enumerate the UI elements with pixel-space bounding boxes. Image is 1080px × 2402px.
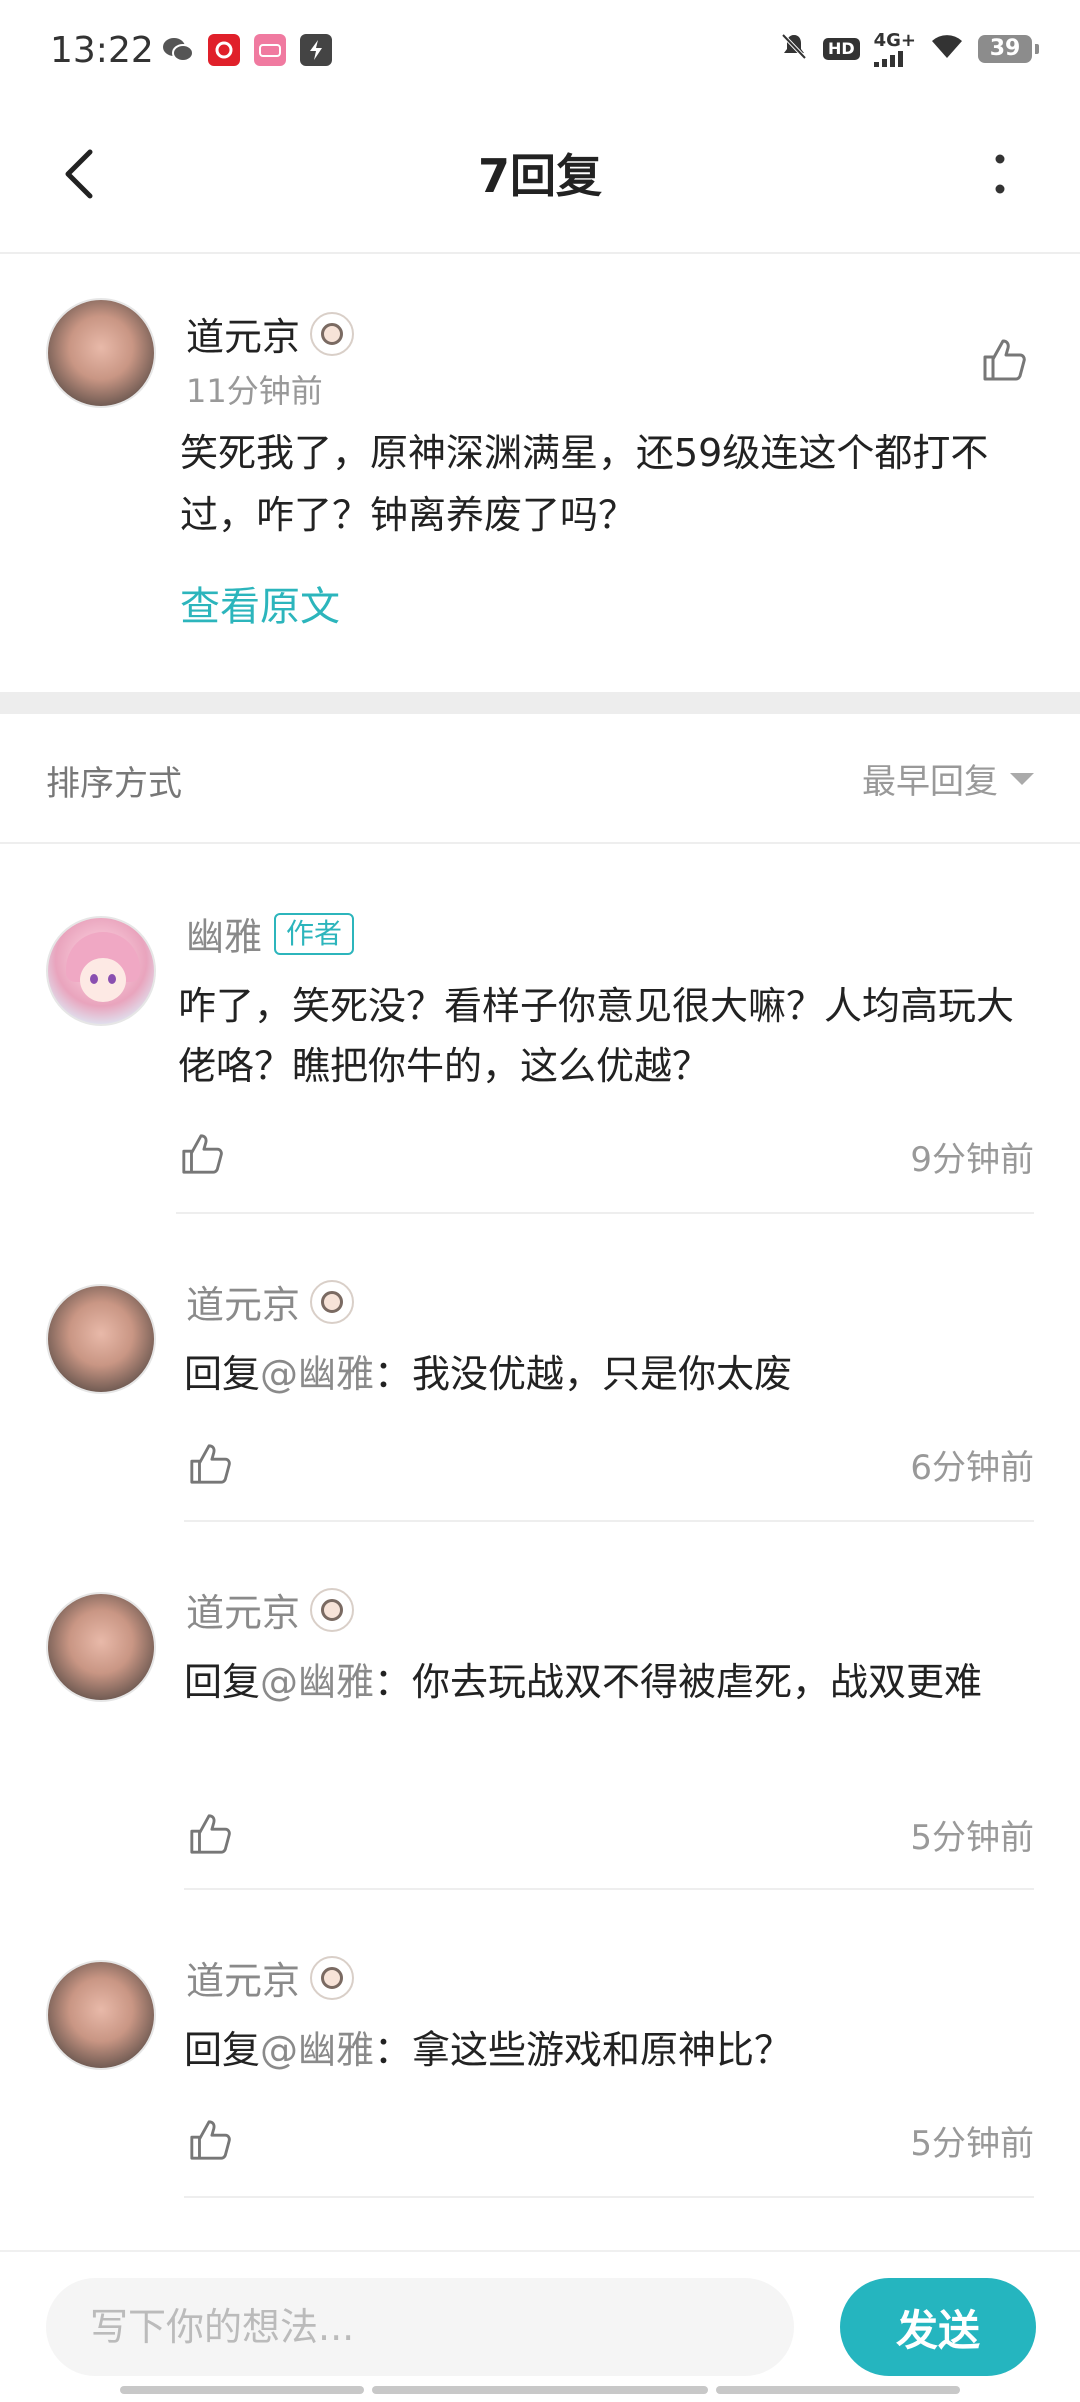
dropdown-caret-icon (1010, 772, 1034, 785)
wechat-icon (162, 34, 194, 66)
reply-author[interactable]: 道元京 (186, 1582, 355, 1637)
thumbs-up-icon (983, 339, 1026, 381)
like-button[interactable] (180, 1804, 240, 1864)
user-badge-icon (310, 1587, 355, 1632)
page-title: 7回复 (477, 149, 602, 203)
netease-music-icon (208, 34, 240, 66)
send-button[interactable]: 发送 (840, 2278, 1036, 2376)
author-name: 道元京 (186, 1959, 301, 2003)
author-name: 道元京 (186, 315, 301, 359)
thumbs-up-icon (190, 1444, 231, 1484)
like-button[interactable] (172, 1124, 232, 1184)
bilibili-icon (254, 34, 286, 66)
reply-text: 回复@幽雅：拿这些游戏和原神比？ (184, 2020, 1044, 2080)
gesture-bar-center (372, 2386, 708, 2394)
view-original-link[interactable]: 查看原文 (180, 574, 340, 632)
reply-prefix: 回复 (184, 1660, 261, 1704)
more-vertical-icon (995, 154, 1005, 194)
reply-body: 咋了，笑死没？看样子你意见很大嘛？人均高玩大佬咯？瞧把你牛的，这么优越？ (178, 984, 1015, 1088)
sort-bar: 排序方式 最早回复 (0, 714, 1080, 844)
avatar[interactable] (46, 1960, 156, 2070)
like-button[interactable] (180, 1434, 240, 1494)
like-button[interactable] (974, 330, 1034, 390)
comment-composer: 发送 (0, 2250, 1080, 2402)
reply-prefix: 回复 (184, 1352, 261, 1396)
system-status: HD 4G+ 39 (779, 30, 1039, 67)
thumbs-up-icon (190, 2120, 231, 2160)
reply-timestamp: 6分钟前 (910, 1448, 1034, 1488)
reply-timestamp: 5分钟前 (910, 1818, 1034, 1858)
mention-link[interactable]: @幽雅 (260, 1352, 374, 1396)
comment-text: 笑死我了，原神深渊满星，还59级连这个都打不过，咋了？钟离养废了吗？ (180, 431, 989, 537)
reply-item: 道元京 回复@幽雅：你去玩战双不得被虐死，战双更难 5分钟前 (0, 1522, 1080, 1890)
author-name: 道元京 (186, 1591, 301, 1635)
more-options-button[interactable] (960, 134, 1040, 214)
thumbs-up-icon (182, 1134, 223, 1174)
sort-selected-value: 最早回复 (862, 762, 998, 802)
author-name: 道元京 (186, 1283, 301, 1327)
status-time: 13:22 (50, 30, 154, 71)
reply-item: 道元京 回复@幽雅：拿这些游戏和原神比？ 5分钟前 (0, 1890, 1080, 2198)
gesture-bar-left (120, 2386, 364, 2394)
comment-author[interactable]: 道元京 (186, 306, 355, 361)
comment-timestamp: 11分钟前 (186, 372, 323, 410)
gesture-bar-right (716, 2386, 960, 2394)
original-comment: 道元京 11分钟前 笑死我了，原神深渊满星，还59级连这个都打不过，咋了？钟离养… (0, 254, 1080, 692)
sort-dropdown[interactable]: 最早回复 (862, 754, 1034, 803)
avatar[interactable] (46, 298, 156, 408)
wifi-icon (930, 32, 964, 65)
reply-timestamp: 5分钟前 (910, 2124, 1034, 2164)
reply-author[interactable]: 幽雅 作者 (186, 906, 355, 961)
author-tag: 作者 (274, 912, 355, 955)
reply-author[interactable]: 道元京 (186, 1950, 355, 2005)
user-badge-icon (310, 311, 355, 356)
reply-prefix: 回复 (184, 2028, 261, 2072)
user-badge-icon (310, 1279, 355, 1324)
comment-input[interactable] (46, 2278, 794, 2376)
reply-text: 咋了，笑死没？看样子你意见很大嘛？人均高玩大佬咯？瞧把你牛的，这么优越？ (178, 976, 1038, 1096)
status-app-icons (162, 34, 332, 66)
reply-text: 回复@幽雅：你去玩战双不得被虐死，战双更难 (184, 1652, 1044, 1712)
network-type-label: 4G+ (873, 30, 916, 51)
signal-icon: 4G+ (873, 30, 916, 67)
top-app-bar: 7回复 (0, 104, 1080, 254)
avatar[interactable] (46, 1592, 156, 1702)
reply-body: ：你去玩战双不得被虐死，战双更难 (374, 1660, 983, 1704)
battery-indicator: 39 (978, 34, 1039, 63)
thumbs-up-icon (190, 1814, 231, 1854)
reply-body: ：我没优越，只是你太废 (374, 1352, 793, 1396)
like-button[interactable] (180, 2110, 240, 2170)
sort-label: 排序方式 (46, 764, 182, 804)
reply-item: 幽雅 作者 咋了，笑死没？看样子你意见很大嘛？人均高玩大佬咯？瞧把你牛的，这么优… (0, 842, 1080, 1214)
hd-badge: HD (822, 37, 860, 60)
flash-app-icon (300, 34, 332, 66)
reply-timestamp: 9分钟前 (910, 1140, 1034, 1180)
user-badge-icon (310, 1955, 355, 2000)
author-name: 幽雅 (186, 915, 263, 959)
reply-text: 回复@幽雅：我没优越，只是你太废 (184, 1344, 1044, 1404)
mute-bell-icon (779, 31, 809, 66)
reply-body: ：拿这些游戏和原神比？ (374, 2028, 793, 2072)
mention-link[interactable]: @幽雅 (260, 2028, 374, 2072)
section-divider (0, 692, 1080, 714)
avatar[interactable] (46, 1284, 156, 1394)
avatar[interactable] (46, 916, 156, 1026)
reply-author[interactable]: 道元京 (186, 1274, 355, 1329)
status-bar: 13:22 HD 4G+ 39 (0, 0, 1080, 104)
reply-item: 道元京 回复@幽雅：我没优越，只是你太废 6分钟前 (0, 1214, 1080, 1522)
mention-link[interactable]: @幽雅 (260, 1660, 374, 1704)
divider (184, 2196, 1034, 2198)
